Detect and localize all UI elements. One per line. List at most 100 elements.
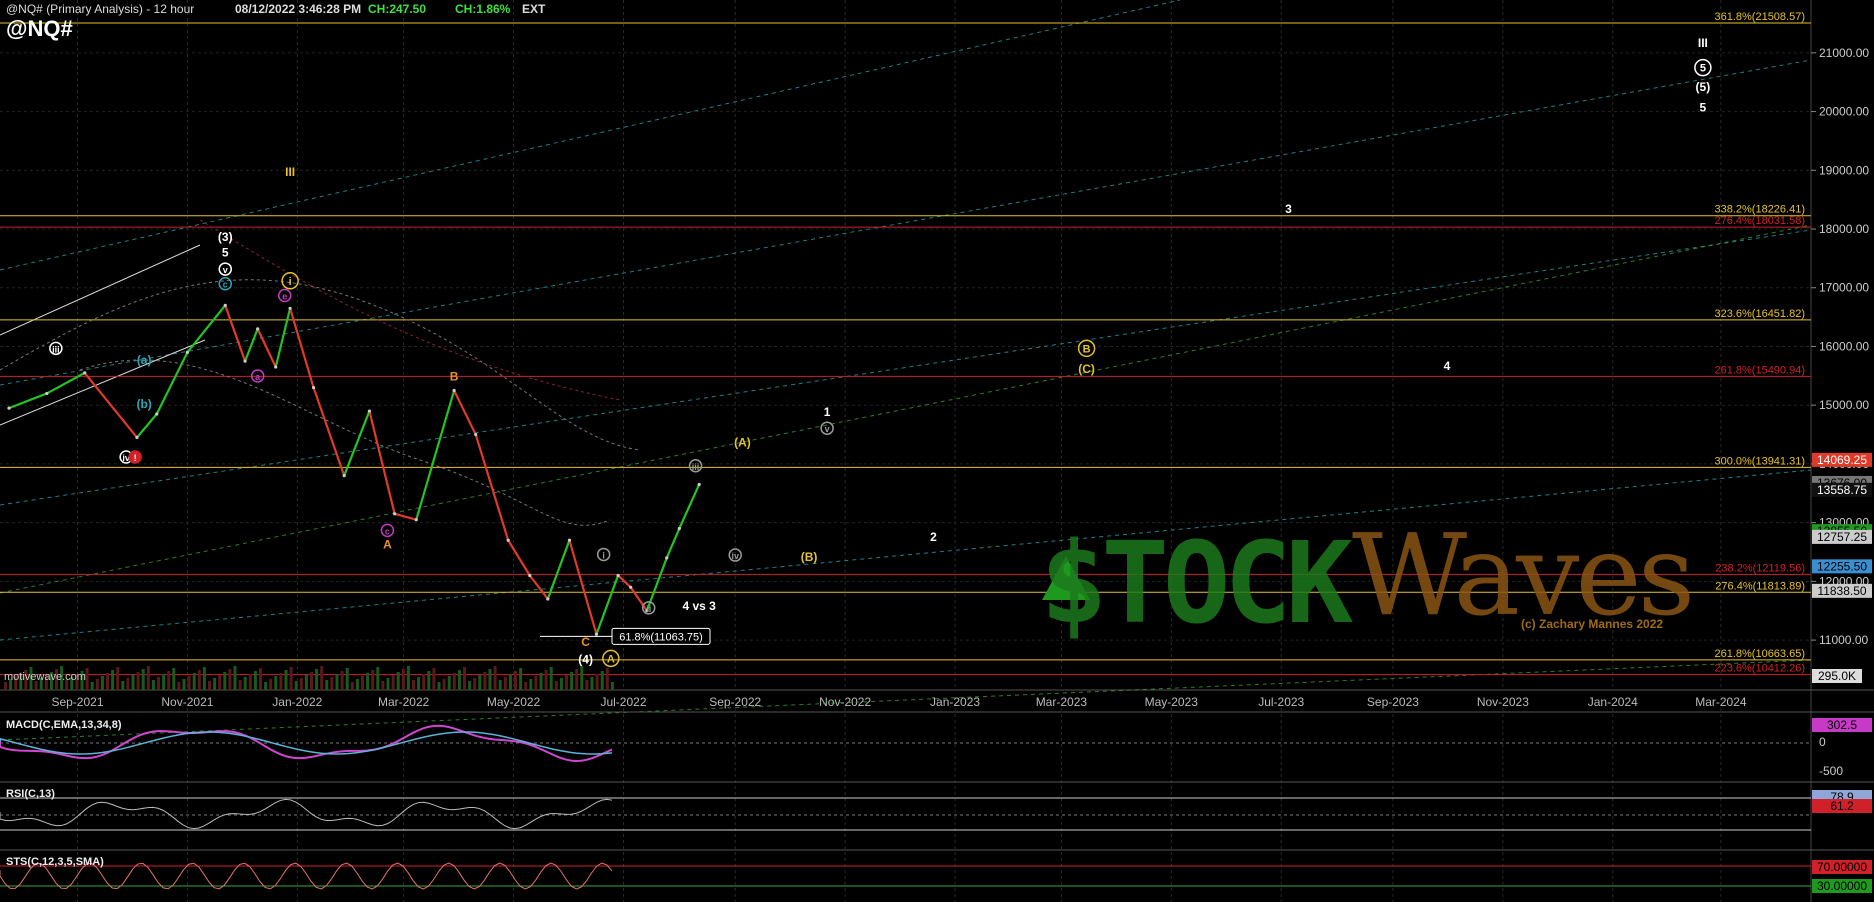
volume-bar <box>253 671 257 690</box>
volume-bar <box>570 672 574 690</box>
volume-bar <box>508 674 512 690</box>
fib-level-label: 323.6%(16451.82) <box>1714 308 1805 320</box>
volume-bar <box>610 682 614 690</box>
volume-bar <box>463 667 466 690</box>
y-tick-label: 15000.00 <box>1819 398 1869 412</box>
volume-bar <box>391 675 395 690</box>
y-tick-label: 21000.00 <box>1819 46 1869 60</box>
wave-label: (C) <box>1078 362 1095 376</box>
wave-label: III <box>1698 36 1708 50</box>
wave-label: 1 <box>824 405 831 419</box>
volume-bar <box>238 680 242 690</box>
volume-bar <box>417 677 421 690</box>
wave-label: iv <box>731 551 739 561</box>
volume-bar <box>514 671 517 690</box>
price-point <box>223 303 227 307</box>
volume-bar <box>580 666 584 690</box>
volume-bar <box>519 668 523 690</box>
price-point <box>7 406 11 410</box>
price-point <box>367 409 372 413</box>
volume-bar <box>468 681 472 690</box>
wave-label: 5 <box>222 246 229 260</box>
volume-bar <box>554 681 558 690</box>
wave-label: B <box>450 370 459 384</box>
price-point <box>243 359 247 363</box>
volume-bar <box>146 666 150 690</box>
volume-bar <box>386 678 390 690</box>
volume-bar <box>427 671 431 690</box>
x-tick-label: Jan-2024 <box>1588 695 1638 709</box>
volume-bar <box>248 674 252 690</box>
volume-bar <box>473 678 477 690</box>
wave-label: ii <box>646 604 651 614</box>
volume-bar <box>279 673 283 690</box>
change-points: CH:247.50 <box>368 2 427 16</box>
volume-bar <box>192 673 196 690</box>
volume-bar <box>361 676 364 690</box>
volume-bar <box>121 681 125 690</box>
price-chart[interactable]: Sep-2021 Nov-2021 Jan-2022 Mar-2022 May-2022… <box>0 0 1874 902</box>
volume-bar <box>406 666 410 690</box>
x-tick-label: Mar-2023 <box>1036 695 1088 709</box>
volume-bar <box>228 669 232 690</box>
volume-bar <box>549 667 553 690</box>
price-point <box>528 573 532 578</box>
volume-bar <box>264 682 268 690</box>
volume-bar <box>4 682 7 690</box>
volume-bar <box>534 676 538 690</box>
wave-label: (5) <box>1696 80 1711 94</box>
price-point <box>567 538 572 542</box>
wave-label: (B) <box>801 550 818 564</box>
fib-level-label: 238.2%(12119.56) <box>1715 562 1805 574</box>
volume-bar <box>452 673 456 690</box>
volume-bar <box>559 678 563 690</box>
chart-datetime: 08/12/2022 3:46:28 PM <box>235 2 362 16</box>
volume-bar <box>539 673 543 690</box>
volume-bar <box>299 678 303 690</box>
volume-bar <box>202 667 206 690</box>
y-tick-label: 20000.00 <box>1819 105 1869 119</box>
price-tag-label: 13558.75 <box>1817 483 1867 497</box>
price-point <box>83 371 87 375</box>
x-tick-label: Mar-2022 <box>378 695 430 709</box>
volume-bar <box>325 680 329 690</box>
volume-bar <box>544 670 548 690</box>
macd-label: MACD(C,EMA,13,34,8) <box>6 719 122 731</box>
volume-bar <box>432 668 436 690</box>
volume-bar <box>136 672 140 690</box>
price-point <box>393 512 397 516</box>
wave-label: (3) <box>218 230 233 244</box>
wave-label: B <box>1083 343 1091 355</box>
x-tick-label: Sep-2021 <box>51 695 103 709</box>
price-point <box>135 435 139 440</box>
volume-bar <box>503 677 507 690</box>
volume-bar <box>218 675 222 690</box>
symbol-label: @NQ# <box>6 16 73 41</box>
x-tick-label: Jan-2022 <box>272 695 322 709</box>
watermark-waves: Waves <box>1352 511 1695 641</box>
volume-bar <box>284 670 288 690</box>
wave-label: ! <box>134 453 137 463</box>
x-tick-label: Jul-2022 <box>600 695 646 709</box>
price-tag-label: 11838.50 <box>1817 584 1866 598</box>
fib-level-label: 276.4%(11813.89) <box>1715 580 1805 592</box>
price-point <box>274 365 278 369</box>
volume-bar <box>524 682 528 690</box>
volume-bar <box>371 670 375 690</box>
volume-bar <box>111 670 115 690</box>
volume-bar <box>223 672 227 690</box>
wave-label: (b) <box>136 397 151 411</box>
retrace-label: 61.8%(11063.75) <box>619 631 703 643</box>
wave-label: 3 <box>1285 202 1292 216</box>
volume-bar <box>442 679 446 690</box>
x-tick-label: May-2022 <box>487 695 541 709</box>
volume-bar <box>529 679 533 690</box>
y-tick-label: 18000.00 <box>1819 222 1869 236</box>
fib-level-label: 223.6%(10412.26) <box>1714 663 1805 675</box>
wave-label: i <box>602 550 605 560</box>
x-tick-label: Mar-2024 <box>1695 695 1747 709</box>
price-point <box>629 585 633 589</box>
price-point <box>342 474 346 478</box>
wave-label: c <box>223 280 228 290</box>
indicator-tag-label: 61.2 <box>1830 799 1854 813</box>
